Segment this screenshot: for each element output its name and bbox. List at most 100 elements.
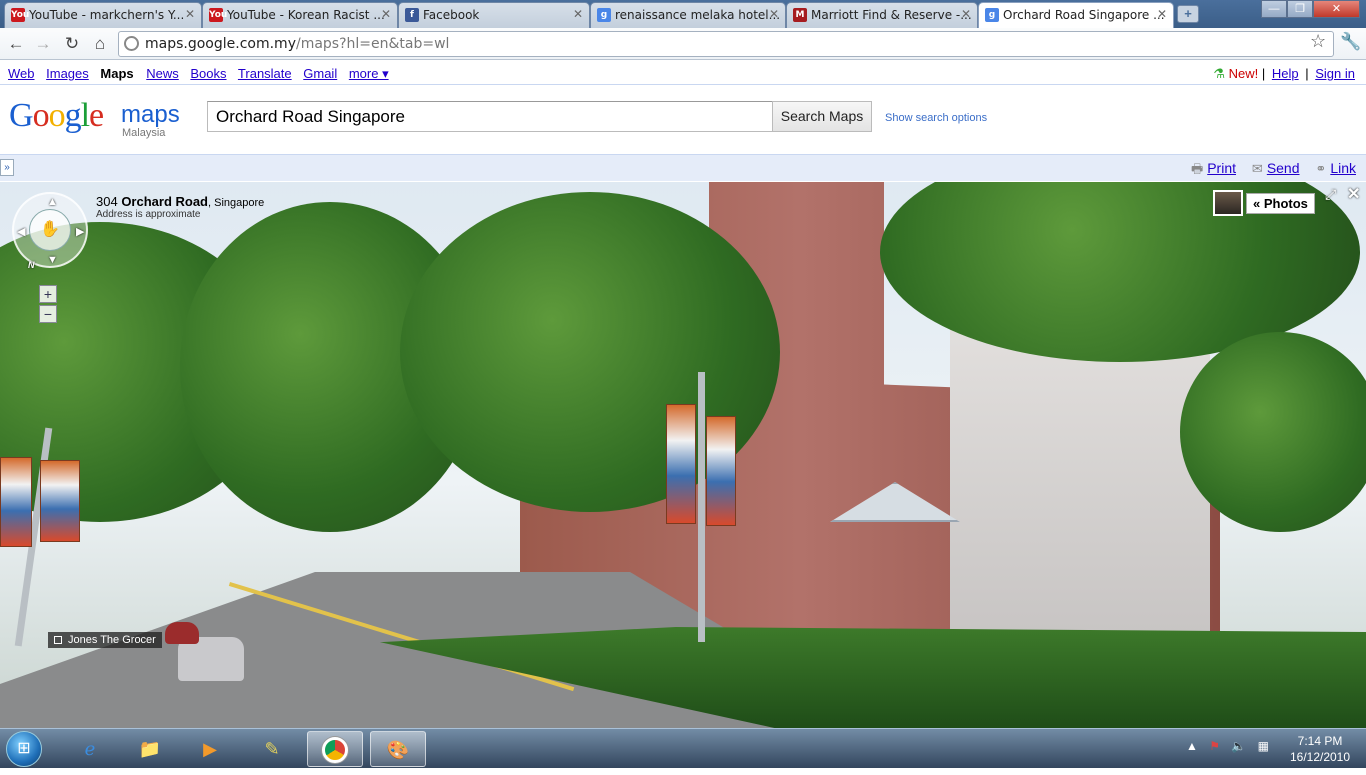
- folder-icon[interactable]: 📁: [122, 731, 178, 767]
- photo-thumbnail[interactable]: [1213, 190, 1243, 216]
- pan-up-arrow-icon[interactable]: ▲: [47, 196, 58, 208]
- wrench-icon[interactable]: 🔧: [1340, 32, 1361, 52]
- pan-down-arrow-icon[interactable]: ▼: [47, 254, 58, 266]
- maximize-button[interactable]: ❐: [1287, 0, 1313, 18]
- flask-icon: ⚗: [1213, 66, 1225, 81]
- search-input[interactable]: Orchard Road Singapore: [207, 101, 773, 132]
- close-icon[interactable]: ✕: [961, 7, 971, 21]
- separator: |: [1305, 66, 1309, 81]
- chain-link-icon: ⚭: [1315, 161, 1327, 176]
- tab-title: YouTube - Korean Racist ...: [227, 8, 385, 22]
- taskbar-clock[interactable]: 7:14 PM 16/12/2010: [1284, 733, 1356, 765]
- paint-palette-icon[interactable]: 🎨: [370, 731, 426, 767]
- map-panel-bar: » 🖶 Print ✉ Send ⚭ Link: [0, 154, 1366, 181]
- pan-left-arrow-icon[interactable]: ◀: [17, 225, 25, 238]
- street-banner: [706, 416, 736, 526]
- close-icon[interactable]: ✕: [1157, 7, 1167, 21]
- logo-country: Malaysia: [122, 127, 166, 139]
- media-player-icon[interactable]: ▶: [182, 731, 238, 767]
- gbar-link-translate[interactable]: Translate: [238, 66, 292, 81]
- windows-start-icon[interactable]: ⊞: [6, 731, 42, 767]
- print-link[interactable]: Print: [1207, 160, 1236, 176]
- tab-facebook[interactable]: f Facebook ✕: [398, 2, 590, 28]
- gbar-signin-link[interactable]: Sign in: [1315, 66, 1355, 81]
- photos-button[interactable]: « Photos: [1246, 193, 1315, 214]
- youtube-icon: You: [209, 8, 228, 22]
- google-bar: Web Images Maps News Books Translate Gma…: [0, 61, 1366, 85]
- panel-links: 🖶 Print ✉ Send ⚭ Link: [1179, 160, 1356, 182]
- url-path: /maps?hl=en&tab=wl: [295, 36, 450, 52]
- gbar-help-link[interactable]: Help: [1272, 66, 1299, 81]
- gbar-link-images[interactable]: Images: [46, 66, 89, 81]
- reload-icon[interactable]: ↻: [61, 33, 83, 55]
- pan-right-arrow-icon[interactable]: ▶: [76, 225, 84, 238]
- system-tray: ▲ ⚑ 🔈 ▦: [1186, 739, 1277, 753]
- chrome-icon[interactable]: [307, 731, 363, 767]
- tab-youtube-markchern[interactable]: You YouTube - markchern's Y... ✕: [4, 2, 202, 28]
- fullscreen-icon[interactable]: ⤢: [1325, 186, 1336, 203]
- new-tab-button[interactable]: +: [1177, 5, 1199, 23]
- gbar-new-label[interactable]: New!: [1229, 66, 1259, 81]
- gbar-link-books[interactable]: Books: [190, 66, 226, 81]
- pan-control[interactable]: ✋ ▲ ▼ ◀ ▶: [12, 192, 88, 268]
- back-arrow-icon[interactable]: ←: [5, 33, 27, 55]
- address-bar[interactable]: maps.google.com.my/maps?hl=en&tab=wl: [118, 31, 1334, 57]
- tab-title: Orchard Road Singapore ...: [1003, 8, 1165, 22]
- tab-orchard-road[interactable]: g Orchard Road Singapore ... ✕: [978, 2, 1174, 29]
- poi-square-icon: [54, 636, 62, 644]
- gbar-link-news[interactable]: News: [146, 66, 179, 81]
- tab-marriott[interactable]: M Marriott Find & Reserve -... ✕: [786, 2, 978, 28]
- send-link[interactable]: Send: [1267, 160, 1300, 176]
- address-city: , Singapore: [208, 197, 265, 209]
- gbar-link-gmail[interactable]: Gmail: [303, 66, 337, 81]
- poi-label-text: Jones The Grocer: [68, 634, 156, 646]
- link-link[interactable]: Link: [1330, 160, 1356, 176]
- show-hidden-icon[interactable]: ▲: [1186, 739, 1198, 753]
- tab-youtube-korean[interactable]: You YouTube - Korean Racist ... ✕: [202, 2, 398, 28]
- poi-label[interactable]: Jones The Grocer: [48, 632, 162, 648]
- street-view-panorama[interactable]: ✋ ▲ ▼ ◀ ▶ N + − 304 Orchard Road, Singap…: [0, 182, 1366, 728]
- close-icon[interactable]: ✕: [381, 7, 391, 21]
- bookmark-star-icon[interactable]: ☆: [1310, 31, 1326, 52]
- close-window-button[interactable]: ✕: [1313, 0, 1360, 18]
- zoom-control: + −: [39, 285, 59, 327]
- printer-icon: 🖶: [1190, 161, 1204, 176]
- address-line: 304 Orchard Road, Singapore: [96, 194, 265, 209]
- show-search-options-link[interactable]: Show search options: [885, 112, 987, 124]
- gbar-link-more[interactable]: more ▾: [349, 66, 389, 81]
- close-icon[interactable]: ✕: [185, 7, 195, 21]
- zoom-out-button[interactable]: −: [39, 305, 57, 323]
- street-banner: [0, 457, 32, 547]
- close-icon[interactable]: ✕: [1347, 184, 1360, 204]
- search-maps-button[interactable]: Search Maps: [772, 101, 872, 132]
- youtube-icon: You: [11, 8, 30, 22]
- browser-tab-strip: You YouTube - markchern's Y... ✕ You You…: [0, 0, 1366, 29]
- close-icon[interactable]: ✕: [769, 7, 779, 21]
- google-icon: g: [597, 8, 611, 22]
- network-icon[interactable]: ▦: [1258, 739, 1269, 753]
- minimize-button[interactable]: —: [1261, 0, 1287, 18]
- home-icon[interactable]: ⌂: [89, 33, 111, 55]
- logo-maps-word: maps: [121, 101, 180, 128]
- address-note: Address is approximate: [96, 209, 201, 220]
- gbar-link-web[interactable]: Web: [8, 66, 35, 81]
- url-host: maps.google.com.my: [145, 36, 296, 52]
- paint-tool-icon[interactable]: ✎: [244, 731, 300, 767]
- tab-title: YouTube - markchern's Y...: [29, 8, 185, 22]
- google-logo[interactable]: Google: [9, 97, 104, 135]
- street-banner: [40, 460, 80, 542]
- separator: |: [1261, 66, 1266, 81]
- internet-explorer-icon[interactable]: ℯ: [62, 731, 118, 767]
- car: [165, 622, 199, 644]
- tab-renaissance-melaka[interactable]: g renaissance melaka hotel... ✕: [590, 2, 786, 28]
- close-icon[interactable]: ✕: [573, 7, 583, 21]
- tab-title: Facebook: [423, 8, 480, 22]
- flag-icon[interactable]: ⚑: [1209, 739, 1220, 753]
- zoom-in-button[interactable]: +: [39, 285, 57, 303]
- google-maps-icon: g: [985, 8, 999, 22]
- clock-time: 7:14 PM: [1297, 734, 1343, 748]
- volume-icon[interactable]: 🔈: [1231, 739, 1246, 753]
- collapse-panel-button[interactable]: »: [0, 159, 14, 176]
- hand-icon[interactable]: ✋: [29, 209, 71, 251]
- forward-arrow-icon[interactable]: →: [32, 33, 54, 55]
